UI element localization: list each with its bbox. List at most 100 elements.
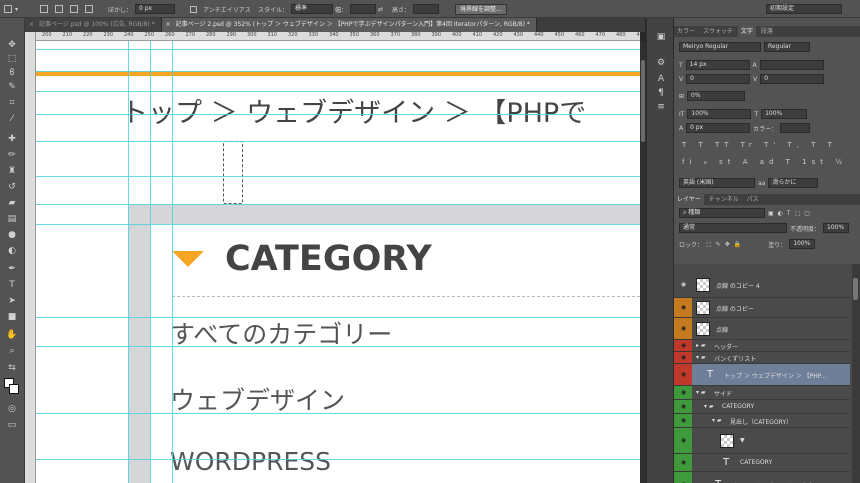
eyedropper-tool-icon[interactable]: ⁄ (5, 114, 19, 124)
layer-visibility-toggle[interactable]: ◉ (674, 364, 692, 385)
tab-paragraph[interactable]: 段落 (758, 26, 776, 37)
guide-line[interactable] (36, 141, 640, 142)
layer-visibility-toggle[interactable]: ◉ (674, 386, 692, 399)
tab-layers[interactable]: レイヤー (674, 194, 704, 205)
layer-row[interactable]: ◉ ▾ ▰ 見出し（CATEGORY） (674, 414, 850, 428)
layer-row[interactable]: ◉ 点線 のコピー 4 (674, 272, 850, 298)
layer-visibility-toggle[interactable]: ◉ (674, 428, 692, 453)
guide-line[interactable] (36, 114, 640, 115)
properties-panel-icon[interactable]: ≡ (655, 102, 667, 112)
antialias-checkbox[interactable] (190, 5, 197, 13)
tsume-input[interactable]: 0% (687, 91, 746, 101)
tab-character[interactable]: 文字 (737, 26, 756, 37)
vertical-ruler[interactable] (25, 32, 36, 483)
language-select[interactable]: 英語 (米国) (679, 178, 755, 188)
history-panel-icon[interactable]: ▣ (655, 32, 667, 42)
close-icon[interactable]: × (166, 18, 171, 32)
tab-document-2[interactable]: × 記事ページ 2.psd @ 352% (トップ ＞ ウェブデザイン ＞ 【PH… (161, 18, 537, 32)
guide-line[interactable] (36, 317, 640, 318)
layer-row[interactable]: ◉Tすべてのカテゴリー ウェブデザイ... (674, 472, 850, 483)
move-tool-icon[interactable]: ✥ (5, 40, 19, 50)
filter-icons[interactable]: ▣◐T⬚▢ (768, 210, 814, 217)
category-item[interactable]: ウェブデザイン (170, 381, 345, 417)
guide-line[interactable] (36, 346, 640, 347)
faux-style-buttons[interactable]: T T TT Tr T' T, T T (682, 141, 837, 149)
shape-tool-icon[interactable]: ■ (5, 312, 19, 322)
layers-scroll-thumb[interactable] (853, 278, 858, 300)
history-brush-tool-icon[interactable]: ↺ (5, 182, 19, 192)
intersect-selection-icon[interactable] (85, 5, 93, 13)
layer-row[interactable]: ◉ 点線 (674, 318, 850, 340)
layer-row[interactable]: ◉ ▸ ▰ ヘッダー (674, 340, 850, 352)
new-selection-icon[interactable] (40, 5, 48, 13)
guide-line[interactable] (150, 41, 151, 483)
opentype-buttons[interactable]: fi ℴ st A ad T 1st ½ (682, 158, 847, 166)
layer-row[interactable]: ◉ T CATEGORY (674, 454, 850, 472)
background-color-swatch[interactable] (9, 384, 23, 394)
guide-line[interactable] (36, 413, 640, 414)
layers-list[interactable]: ◉ 点線 のコピー 4 ◉ 点線 のコピー ◉ 点線 ◉ ▸ ▰ ヘッダー ◉ ▾ ▰ パンくずリスト… (674, 264, 860, 483)
layer-filter-select[interactable]: ⌕ 種類 (679, 208, 765, 218)
guide-line[interactable] (36, 459, 640, 460)
swap-colors-icon[interactable]: ⇆ (5, 363, 19, 373)
folder-open-icon[interactable]: ▾ ▰ (712, 417, 722, 424)
tab-document-1[interactable]: × 記事ページ.psd @ 100% (広告, RGB/8) * (25, 18, 162, 32)
type-tool-icon[interactable]: T (5, 280, 19, 290)
crop-tool-icon[interactable]: ⌗ (5, 98, 19, 108)
pen-tool-icon[interactable]: ✒ (5, 264, 19, 274)
layer-visibility-toggle[interactable]: ◉ (674, 318, 692, 339)
breadcrumb-text[interactable]: トップ ＞ ウェブデザイン ＞ 【PHPで (121, 91, 586, 130)
layer-visibility-toggle[interactable]: ◉ (674, 454, 692, 471)
quick-select-tool-icon[interactable]: ✎ (5, 82, 19, 92)
layer-visibility-toggle[interactable]: ◉ (674, 414, 692, 427)
guide-line[interactable] (36, 71, 640, 72)
document-canvas[interactable]: トップ ＞ ウェブデザイン ＞ 【PHPで CATEGORY すべてのカテゴリー… (36, 41, 640, 483)
horizontal-scale-input[interactable]: 100% (761, 109, 808, 119)
path-select-tool-icon[interactable]: ➤ (5, 296, 19, 306)
tab-swatches[interactable]: スウォッチ (700, 26, 736, 37)
category-heading[interactable]: CATEGORY (225, 239, 432, 279)
tab-paths[interactable]: パス (744, 194, 762, 205)
adjustments-panel-icon[interactable]: ⚙ (655, 58, 667, 68)
hand-tool-icon[interactable]: ✋ (5, 330, 19, 340)
folder-open-icon[interactable]: ▾ ▰ (696, 389, 706, 396)
lasso-tool-icon[interactable]: ϐ (5, 68, 19, 78)
eraser-tool-icon[interactable]: ▰ (5, 198, 19, 208)
gradient-tool-icon[interactable]: ▤ (5, 214, 19, 224)
zoom-tool-icon[interactable]: ⌕ (5, 346, 19, 356)
close-icon[interactable]: × (29, 18, 34, 32)
layer-row[interactable]: ◉ ▾ ▰ パンくずリスト (674, 352, 850, 364)
tracking-input[interactable]: 0 (760, 74, 825, 84)
font-style-select[interactable]: Regular (764, 42, 810, 52)
leading-input[interactable] (759, 60, 824, 70)
paragraph-panel-icon[interactable]: ¶ (655, 88, 667, 98)
guide-line[interactable] (36, 176, 640, 177)
layer-visibility-toggle[interactable]: ◉ (674, 400, 692, 413)
opacity-input[interactable]: 100% (823, 223, 850, 233)
feather-input[interactable]: 0 px (135, 4, 176, 14)
blend-mode-select[interactable]: 通常 (679, 223, 787, 233)
folder-closed-icon[interactable]: ▸ ▰ (696, 342, 706, 349)
horizontal-ruler[interactable]: 200 210 220 230 240 250 260 270 280 290 300 310 320 3… (36, 32, 640, 41)
character-panel-icon[interactable]: A (655, 74, 667, 84)
dodge-tool-icon[interactable]: ◐ (5, 246, 19, 256)
guide-line[interactable] (36, 49, 640, 50)
folder-open-icon[interactable]: ▾ ▰ (704, 403, 714, 410)
marquee-tool-icon[interactable]: ⬚ (5, 54, 19, 64)
guide-line[interactable] (128, 41, 129, 483)
quick-mask-icon[interactable]: ◎ (5, 404, 19, 414)
tab-channels[interactable]: チャンネル (706, 194, 742, 205)
antialias-method-select[interactable]: 滑らかに (768, 178, 819, 188)
vertical-scale-input[interactable]: 100% (687, 109, 752, 119)
layer-row[interactable]: ◉ ▼ (674, 428, 850, 454)
guide-line[interactable] (172, 41, 173, 483)
layer-row[interactable]: ◉ 点線 のコピー (674, 298, 850, 318)
font-family-select[interactable]: Meiryo Regular (679, 42, 761, 52)
layer-visibility-toggle[interactable]: ◉ (674, 352, 692, 363)
font-size-input[interactable]: 14 px (685, 60, 750, 70)
layer-visibility-toggle[interactable]: ◉ (674, 472, 692, 483)
marquee-tool-preset[interactable]: ▾ (4, 4, 18, 14)
workspace-select[interactable]: 初期設定 (766, 4, 842, 14)
layer-row[interactable]: ◉ ▾ ▰ サイド (674, 386, 850, 400)
layer-visibility-toggle[interactable]: ◉ (674, 298, 692, 317)
